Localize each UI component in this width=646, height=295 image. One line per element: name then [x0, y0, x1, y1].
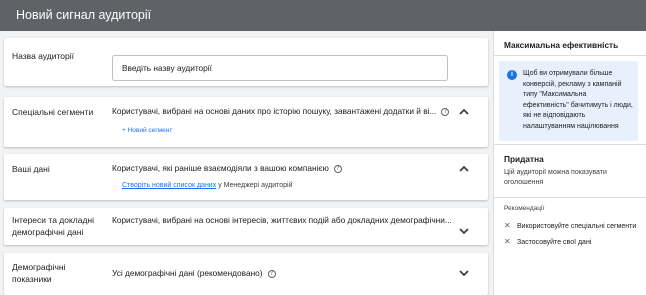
audience-name-card: Назва аудиторії — [4, 38, 488, 86]
divider — [494, 55, 646, 56]
x-icon: ✕ — [504, 237, 511, 246]
chevron-down-icon[interactable] — [458, 267, 470, 279]
demographics-description: Усі демографічні дані (рекомендовано)? — [112, 268, 276, 279]
sidebar-title: Максимальна ефективність — [504, 40, 619, 50]
question-circle-icon[interactable]: ? — [441, 108, 450, 116]
your-data-label: Ваші дані — [12, 164, 50, 174]
custom-segments-label: Спеціальні сегменти — [12, 107, 94, 117]
x-icon: ✕ — [504, 221, 511, 230]
create-data-list-line: Створіть новий список даних у Менеджері … — [122, 182, 293, 189]
custom-segments-description: Користувачі, вибрані на основі даних про… — [112, 106, 450, 117]
recommendations-title: Рекомендації — [504, 205, 545, 212]
interests-description: Користувачі, вибрані на основі інтересів… — [112, 215, 452, 225]
your-data-description: Користувачі, які раніше взаємодіяли з ва… — [112, 163, 342, 174]
interests-card[interactable]: Інтереси та докладні демографічні дані Ко… — [4, 208, 488, 245]
performance-sidebar: Максимальна ефективність i Щоб ви отриму… — [493, 31, 646, 295]
info-text: Щоб ви отримували більше конверсій, рекл… — [523, 70, 633, 130]
page-title: Новий сигнал аудиторії — [16, 8, 152, 22]
chevron-down-icon[interactable] — [458, 225, 470, 237]
audience-name-label: Назва аудиторії — [12, 51, 74, 61]
info-circle-icon: i — [507, 70, 517, 80]
audience-name-input[interactable] — [113, 56, 447, 80]
form-area: Назва аудиторії Спеціальні сегменти Кори… — [0, 31, 493, 295]
recommendation-item[interactable]: ✕ Застосовуйте свої дані — [504, 237, 591, 246]
status-text: Цій аудиторії можна показувати оголошенн… — [504, 169, 607, 186]
audience-name-field[interactable] — [112, 55, 448, 81]
question-circle-icon[interactable]: ? — [333, 165, 342, 173]
new-segment-link[interactable]: + Новий сегмент — [122, 127, 172, 134]
demographics-label: Демографічні показники — [12, 262, 66, 284]
recommendation-item[interactable]: ✕ Використовуйте спеціальні сегменти — [504, 221, 636, 230]
chevron-up-icon[interactable] — [458, 163, 470, 175]
info-box: i Щоб ви отримували більше конверсій, ре… — [499, 61, 638, 141]
demographics-card[interactable]: Демографічні показники Усі демографічні д… — [4, 253, 488, 295]
dialog-header: Новий сигнал аудиторії — [0, 0, 646, 31]
your-data-card[interactable]: Ваші дані Користувачі, які раніше взаємо… — [4, 154, 488, 200]
chevron-up-icon[interactable] — [458, 106, 470, 118]
interests-label: Інтереси та докладні демографічні дані — [12, 215, 95, 237]
divider — [494, 144, 646, 145]
create-data-list-link[interactable]: Створіть новий список даних — [122, 182, 216, 189]
question-circle-icon[interactable]: ? — [267, 270, 276, 278]
create-data-list-suffix: у Менеджері аудиторій — [216, 182, 293, 189]
status-title: Придатна — [504, 154, 544, 164]
custom-segments-card[interactable]: Спеціальні сегменти Користувачі, вибрані… — [4, 97, 488, 147]
divider — [494, 197, 646, 198]
